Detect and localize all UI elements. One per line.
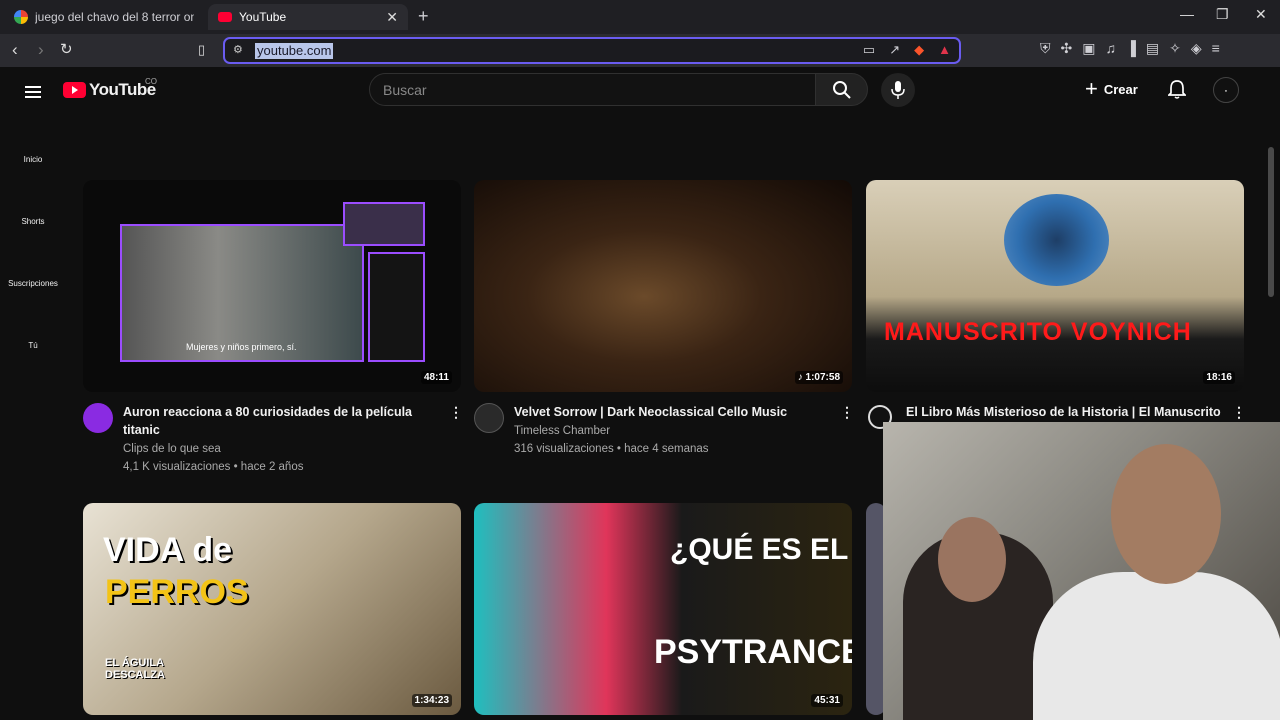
site-settings-icon[interactable]: ⚙ [233,43,243,56]
minimize-icon[interactable]: — [1180,6,1194,22]
sidebar-item-label: Tú [28,341,38,350]
sidebar-item-label: Inicio [23,155,43,164]
tab-google-search[interactable]: juego del chavo del 8 terror online - [4,4,204,30]
sidebar-item-inicio[interactable]: Inicio [0,155,66,164]
video-title[interactable]: Auron reacciona a 80 curiosidades de la … [123,403,423,439]
sidebar-item-label: Shorts [21,217,45,226]
youtube-favicon-icon [218,12,232,22]
voice-search-button[interactable] [881,73,915,107]
video-thumbnail[interactable]: ¿QUÉ ES EL PSYTRANCE? 45:31 [474,503,852,715]
channel-name[interactable]: Timeless Chamber [514,422,610,440]
tab-youtube[interactable]: YouTube ✕ [208,4,408,30]
sidebar-item-label: Suscripciones [8,279,58,288]
leo-icon[interactable]: ✧ [1169,40,1181,57]
thumbnail-caption: Mujeres y niños primero, sí. [186,342,297,352]
channel-avatar[interactable] [474,403,504,433]
video-thumbnail[interactable]: Mujeres y niños primero, sí. 48:11 [83,180,461,392]
video-duration: 18:16 [1203,371,1235,384]
extensions-icon[interactable]: ✣ [1061,40,1073,57]
thumbnail-text: EL ÁGUILA DESCALZA [105,657,165,681]
chat-panel [368,252,425,362]
video-thumbnail[interactable]: ♪ 1:07:58 [474,180,852,392]
wallet-icon[interactable]: ▤ [1146,40,1159,57]
video-title[interactable]: El Libro Más Misterioso de la Historia |… [906,403,1226,421]
close-tab-icon[interactable]: ✕ [386,9,398,26]
channel-avatar[interactable] [83,403,113,433]
address-bar[interactable]: ⚙ youtube.com ▭ ↗ ◆ ▲ [223,37,961,64]
search-input[interactable] [370,74,790,105]
person-right-head [1111,444,1221,584]
person-right [1033,572,1280,720]
video-stats: 316 visualizaciones • hace 4 semanas [514,443,709,455]
music-note-icon: ♪ [797,372,806,383]
tab-strip: juego del chavo del 8 terror online - Yo… [0,0,1280,34]
brave-rewards-icon[interactable]: ▲ [938,42,951,58]
more-options-icon[interactable]: ⋮ [449,405,463,419]
person-left-head [938,517,1006,602]
hamburger-menu-icon[interactable] [25,83,41,101]
scrollbar[interactable] [1268,147,1274,297]
more-options-icon[interactable]: ⋮ [1232,405,1246,419]
create-button[interactable]: + Crear [1085,76,1138,101]
video-duration: 45:31 [811,694,843,707]
new-tab-button[interactable]: + [418,6,429,27]
thumbnail-text: VIDA de [103,531,233,569]
flower-illustration [1004,194,1109,286]
sidebar-icon[interactable]: ▐ [1126,40,1136,57]
google-favicon-icon [14,10,28,24]
reload-icon[interactable]: ↻ [60,40,73,60]
url-text[interactable]: youtube.com [255,43,334,59]
webcam-overlay [883,422,1280,720]
extensions-toolbar: ⛨ ✣ ▣ ♫ ▐ ▤ ✧ ◈ ≡ [1040,40,1220,57]
vpn-icon[interactable]: ⛨ [1040,40,1051,57]
notifications-button[interactable] [1166,80,1188,105]
country-code: CO [145,77,157,86]
stream-frame: Mujeres y niños primero, sí. [120,224,364,362]
search-button[interactable] [815,73,868,106]
thumbnail-text: ¿QUÉ ES EL [670,533,849,566]
menu-icon[interactable]: ≡ [1212,40,1220,57]
back-icon[interactable]: ‹ [12,40,18,60]
reader-icon[interactable]: ▣ [1082,40,1095,57]
tab-title: juego del chavo del 8 terror online - [35,10,194,24]
video-thumbnail[interactable]: VIDA de PERROS EL ÁGUILA DESCALZA 1:34:2… [83,503,461,715]
video-title[interactable]: Velvet Sorrow | Dark Neoclassical Cello … [514,403,834,421]
more-options-icon[interactable]: ⋮ [840,405,854,419]
youtube-play-icon [63,82,86,98]
brave-shields-icon[interactable]: ◆ [914,42,924,58]
forward-icon[interactable]: › [38,40,44,60]
sidebar-item-shorts[interactable]: Shorts [0,217,66,226]
thumbnail-text: MANUSCRITO VOYNICH [884,318,1192,346]
close-window-icon[interactable]: ✕ [1255,6,1267,23]
sidebar-item-suscripciones[interactable]: Suscripciones [0,279,66,288]
plus-icon: + [1085,76,1098,101]
channel-name[interactable]: Clips de lo que sea [123,440,221,458]
video-duration: 1:34:23 [411,694,452,707]
vpn-shield-icon[interactable]: ◈ [1191,40,1202,57]
bookmark-icon[interactable]: ▯ [198,40,205,60]
search-box[interactable] [369,73,816,106]
video-thumbnail[interactable]: MANUSCRITO VOYNICH 18:16 [866,180,1244,392]
bell-icon [1166,80,1188,99]
thumbnail-text: PERROS [105,573,249,611]
share-icon[interactable]: ↗ [889,42,900,58]
microphone-icon [891,81,905,99]
youtube-logo[interactable]: YouTube CO [63,77,157,100]
webcam-frame [343,202,425,246]
video-duration: 48:11 [420,371,452,384]
maximize-icon[interactable]: ❐ [1216,6,1229,23]
thumbnail-text: PSYTRANCE? [654,633,852,671]
video-stats: 4,1 K visualizaciones • hace 2 años [123,461,304,473]
sidebar-item-tu[interactable]: Tú [0,341,66,350]
tab-title: YouTube [239,10,287,24]
cast-icon[interactable]: ▭ [863,42,875,58]
account-avatar[interactable]: ● [1213,77,1239,103]
search-icon [833,81,851,99]
video-duration: ♪ 1:07:58 [794,371,843,384]
music-icon[interactable]: ♫ [1105,40,1116,57]
